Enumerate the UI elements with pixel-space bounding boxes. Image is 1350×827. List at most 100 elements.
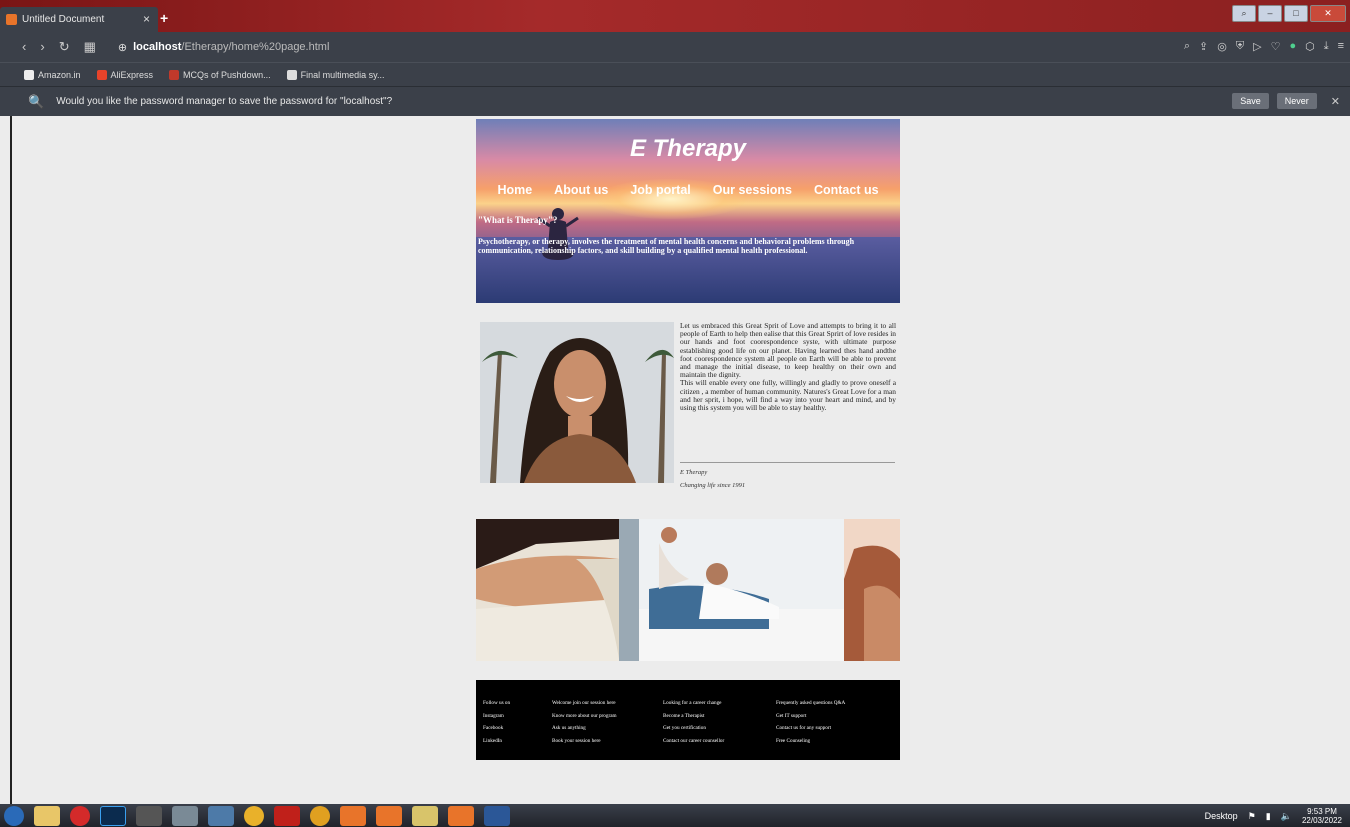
cube-icon[interactable]: ⬡: [1305, 40, 1315, 53]
system-tray: Desktop ⚑ ▮ 🔈 9:53 PM 22/03/2022: [1205, 807, 1342, 825]
acupuncture-photo: [476, 519, 619, 661]
site-title: E Therapy: [629, 135, 747, 162]
window-search-icon[interactable]: ⌕: [1232, 5, 1256, 22]
footer-link-instagram[interactable]: Instagram: [483, 710, 510, 723]
footer-link[interactable]: Become a Therapist: [663, 710, 724, 723]
speed-dial-icon[interactable]: ▦: [84, 39, 96, 55]
hero-banner: E Therapy Home About us Job portal Our s…: [476, 119, 900, 303]
desktop-toolbar-label[interactable]: Desktop: [1205, 811, 1238, 821]
reload-icon[interactable]: ↻: [59, 39, 70, 55]
tab-close-icon[interactable]: ×: [143, 12, 150, 26]
taskbar: Desktop ⚑ ▮ 🔈 9:53 PM 22/03/2022: [0, 804, 1350, 827]
photoshop-icon[interactable]: [100, 805, 126, 826]
footer-link[interactable]: Contact our career counsellor: [663, 735, 724, 748]
save-password-button[interactable]: Save: [1232, 93, 1269, 109]
nav-job-portal[interactable]: Job portal: [630, 183, 690, 197]
never-save-button[interactable]: Never: [1276, 93, 1317, 109]
document-icon: [286, 69, 297, 80]
bookmark-mcqs[interactable]: MCQs of Pushdown...: [169, 69, 271, 80]
footer-column-sessions: Welcome join our session here Know more …: [552, 697, 617, 747]
amazon-icon: [24, 69, 34, 80]
extension-icon[interactable]: ●: [1289, 40, 1296, 53]
bookmark-label: Amazon.in: [38, 69, 81, 80]
session-gallery: [476, 519, 900, 661]
word-icon[interactable]: [484, 805, 510, 826]
app-icon[interactable]: [412, 805, 438, 826]
footer-link[interactable]: Ask us anything: [552, 722, 617, 735]
volume-icon[interactable]: 🔈: [1281, 811, 1292, 822]
menu-icon[interactable]: ≡: [1338, 40, 1344, 53]
password-prompt-text: Would you like the password manager to s…: [56, 96, 393, 107]
nav-contact-us[interactable]: Contact us: [814, 183, 879, 197]
site-info-icon[interactable]: ⊕: [118, 41, 127, 54]
main-nav: Home About us Job portal Our sessions Co…: [476, 183, 900, 197]
footer-column-support: Frequently asked questions Q&A Get IT su…: [776, 697, 845, 747]
bookmark-aliexpress[interactable]: AliExpress: [96, 69, 153, 80]
close-prompt-icon[interactable]: ✕: [1331, 95, 1340, 108]
app-icon[interactable]: [136, 805, 162, 826]
app-icon[interactable]: [208, 805, 234, 826]
clock[interactable]: 9:53 PM 22/03/2022: [1302, 807, 1342, 825]
tab-title: Untitled Document: [22, 14, 105, 25]
camera-icon[interactable]: ◎: [1217, 40, 1227, 53]
search-icon[interactable]: ⌕: [1184, 40, 1190, 53]
network-icon[interactable]: ▮: [1266, 811, 1271, 822]
footer-link[interactable]: Know more about our program: [552, 710, 617, 723]
about-paragraph-1: Let us embraced this Great Sprit of Love…: [680, 321, 896, 380]
opera-icon[interactable]: [70, 805, 90, 826]
start-button-icon[interactable]: [4, 805, 24, 826]
footer-link-linkedin[interactable]: LinkedIn: [483, 735, 510, 748]
url-field[interactable]: ⊕ localhost/Etherapy/home%20page.html: [118, 41, 330, 54]
footer-link[interactable]: Free Counseling: [776, 735, 845, 748]
share-icon[interactable]: ⇪: [1199, 40, 1208, 53]
footer-link[interactable]: Welcome join our session here: [552, 697, 617, 710]
flag-icon[interactable]: ⚑: [1248, 811, 1256, 822]
app-icon[interactable]: [376, 805, 402, 826]
window-maximize-icon[interactable]: □: [1284, 5, 1308, 22]
massage-photo: [619, 519, 844, 661]
footer-link-facebook[interactable]: Facebook: [483, 722, 510, 735]
app-icon[interactable]: [172, 805, 198, 826]
play-icon[interactable]: ▷: [1253, 40, 1261, 53]
footer-link[interactable]: Looking for a career change: [663, 697, 724, 710]
footer-heading: Follow us on: [483, 700, 511, 706]
app-icon[interactable]: [310, 805, 330, 826]
footer-link[interactable]: Frequently asked questions Q&A: [776, 697, 845, 710]
heart-icon[interactable]: ♡: [1271, 40, 1281, 53]
clock-date: 22/03/2022: [1301, 816, 1342, 825]
window-controls: ⌕ – □ ✕: [1232, 5, 1346, 22]
window-close-icon[interactable]: ✕: [1310, 5, 1346, 22]
nav-about-us[interactable]: About us: [554, 183, 608, 197]
mcqs-icon: [169, 69, 180, 80]
footer-link[interactable]: Get you certification: [663, 722, 724, 735]
footer-link[interactable]: Contact us for any support: [776, 722, 845, 735]
dreamweaver-icon[interactable]: [448, 805, 474, 826]
download-icon[interactable]: ⤓: [1324, 40, 1329, 53]
url-host: localhost: [133, 41, 182, 53]
clock-time: 9:53 PM: [1307, 807, 1337, 816]
chrome-icon[interactable]: [244, 805, 264, 826]
nav-home[interactable]: Home: [497, 183, 532, 197]
about-text: Let us embraced this Great Sprit of Love…: [680, 321, 896, 412]
footer-link[interactable]: Get IT support: [776, 710, 845, 723]
bookmark-final-multimedia[interactable]: Final multimedia sy...: [286, 69, 384, 80]
acrobat-icon[interactable]: [274, 805, 300, 826]
page-viewport: E Therapy Home About us Job portal Our s…: [10, 116, 1350, 804]
window-minimize-icon[interactable]: –: [1258, 5, 1282, 22]
nav-our-sessions[interactable]: Our sessions: [713, 183, 792, 197]
spa-illustration: [844, 519, 900, 661]
woman-illustration: [480, 322, 674, 483]
back-icon[interactable]: ‹: [22, 39, 26, 55]
about-divider: [680, 462, 895, 463]
app-icon[interactable]: [340, 805, 366, 826]
footer-link[interactable]: Book your session here: [552, 735, 617, 748]
browser-tab[interactable]: Untitled Document ×: [0, 7, 158, 32]
bookmark-amazon[interactable]: Amazon.in: [24, 69, 81, 80]
new-tab-button[interactable]: +: [160, 10, 168, 26]
forward-icon[interactable]: ›: [40, 39, 44, 55]
file-explorer-icon[interactable]: [34, 805, 60, 826]
password-prompt-bar: 🔍 Would you like the password manager to…: [0, 86, 1350, 116]
browser-titlebar: Untitled Document × + ⌕ – □ ✕: [0, 0, 1350, 32]
shield-icon[interactable]: ⛨: [1236, 40, 1244, 53]
smiling-woman-photo: [480, 322, 674, 483]
